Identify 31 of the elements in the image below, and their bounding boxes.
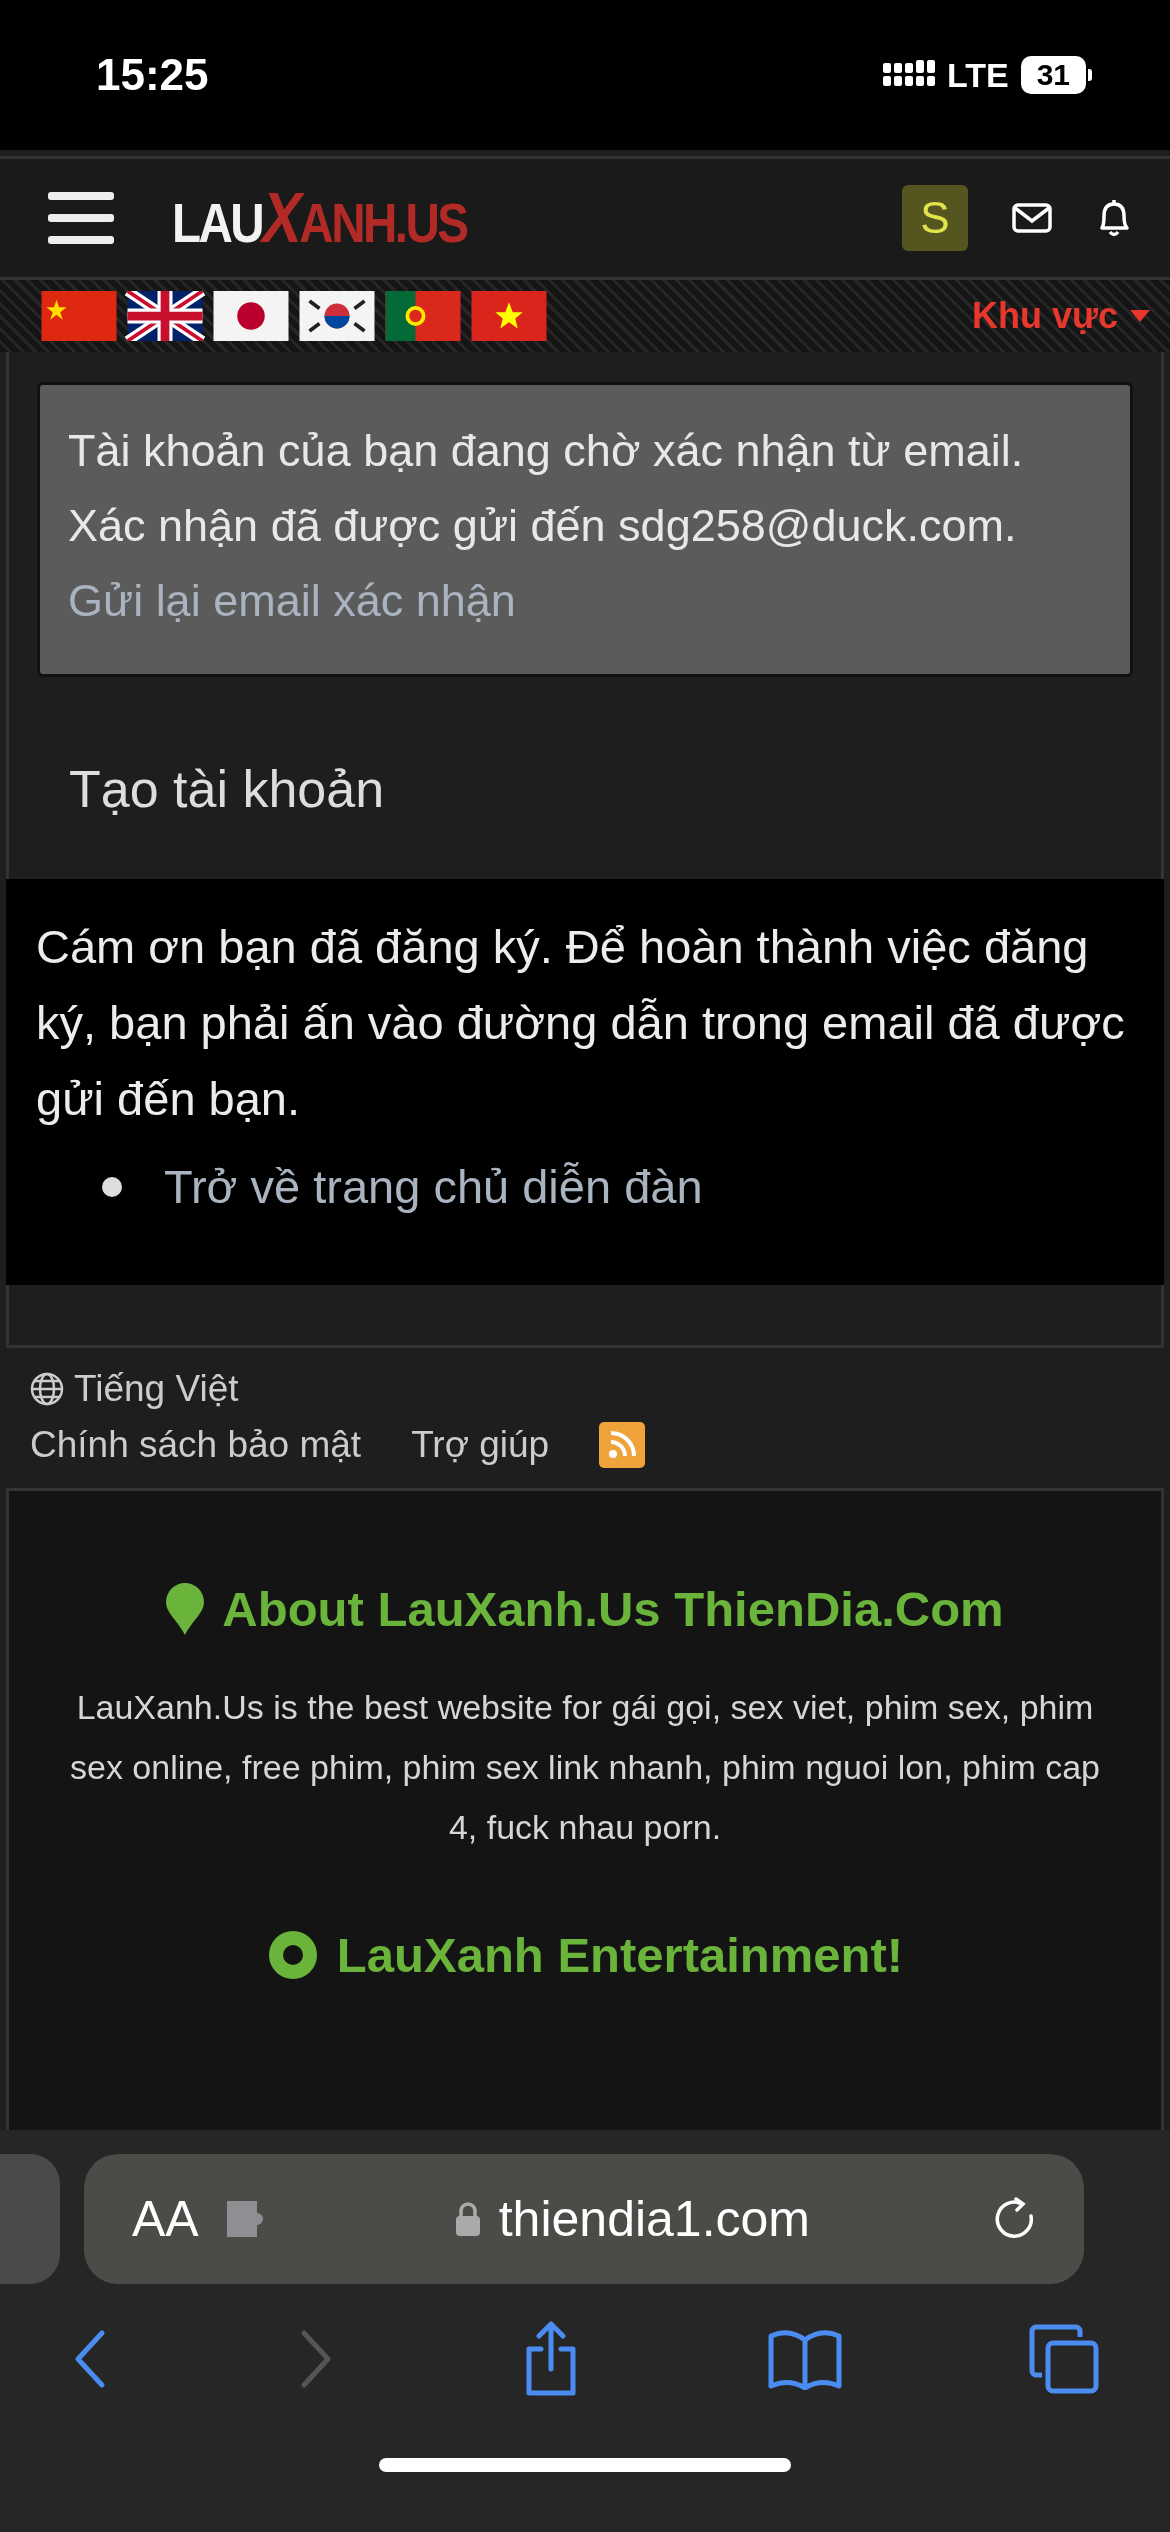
home-link[interactable]: Trở về trang chủ diễn đàn bbox=[164, 1149, 703, 1225]
message-text: Cám ơn bạn đã đăng ký. Để hoàn thành việc đăng ký, bạn phải ấn vào đường dẫn trong email đã được gửi đến bạn. bbox=[36, 919, 1126, 1127]
flag-icon[interactable] bbox=[124, 291, 206, 341]
site-logo[interactable]: LAUXANH.US bbox=[172, 178, 467, 258]
caret-icon bbox=[1130, 310, 1150, 322]
address-bar[interactable]: AA thiendia1.com bbox=[84, 2154, 1084, 2284]
tabs-icon[interactable] bbox=[1028, 2323, 1100, 2395]
language-link[interactable]: Tiếng Việt bbox=[30, 1368, 1140, 1410]
url-text: thiendia1.com bbox=[498, 2190, 810, 2248]
notice-text: Tài khoản của bạn đang chờ xác nhận từ email. Xác nhận đã được gửi đến sdg258@duck.com. bbox=[68, 424, 1025, 553]
page-title: Tạo tài khoản bbox=[68, 759, 386, 820]
globe-icon bbox=[30, 1372, 64, 1406]
battery-level: 31 bbox=[1020, 56, 1086, 94]
lock-icon bbox=[454, 2201, 481, 2237]
text-size-button[interactable]: AA bbox=[132, 2190, 199, 2248]
bullet-icon bbox=[102, 1177, 122, 1197]
avatar-button[interactable]: S bbox=[902, 185, 968, 251]
book-icon[interactable] bbox=[766, 2328, 843, 2390]
region-menu[interactable]: Khu vực bbox=[971, 295, 1150, 337]
about-text: LauXanh.Us is the best website for gái gọi, sex viet, phim sex, phim sex online, free phim, phim sex link nhanh, phim nguoi lon, phim cap 4, fuck nhau porn. bbox=[69, 1687, 1101, 1848]
map-pin-icon bbox=[166, 1583, 205, 1635]
about-title: About LauXanh.Us ThienDia.Com bbox=[222, 1581, 1004, 1637]
network-label: LTE bbox=[946, 55, 1009, 95]
badge-icon bbox=[266, 1929, 319, 1981]
menu-icon[interactable] bbox=[48, 190, 114, 246]
rss-icon[interactable] bbox=[599, 1422, 646, 1468]
footer-link[interactable]: Chính sách bảo mật bbox=[30, 1424, 362, 1466]
footer-link[interactable]: Trợ giúp bbox=[411, 1424, 550, 1466]
section-title: LauXanh Entertainment! bbox=[336, 1927, 904, 1983]
clock-time: 15:25 bbox=[96, 50, 209, 100]
mail-icon[interactable] bbox=[1012, 203, 1052, 233]
